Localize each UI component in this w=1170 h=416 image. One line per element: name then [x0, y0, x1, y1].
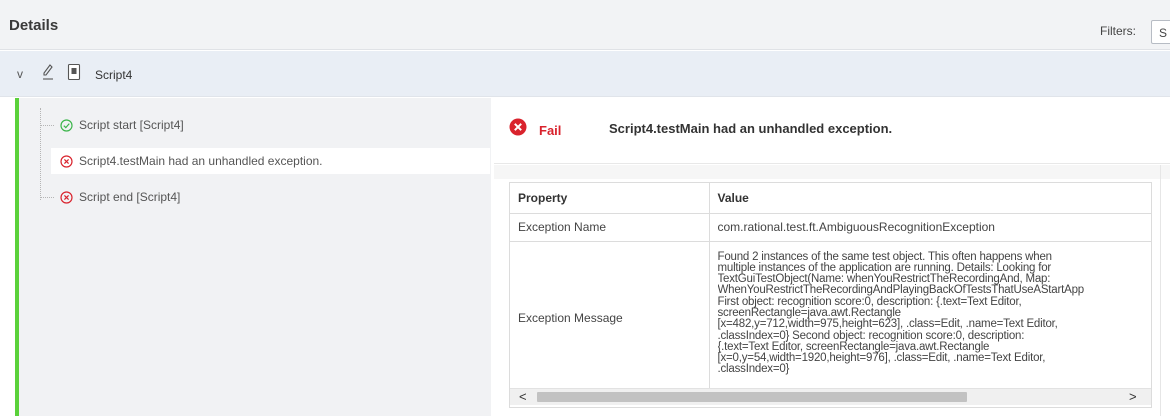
script-name: Script4: [95, 68, 133, 82]
exception-message-text: Found 2 instances of the same test objec…: [717, 250, 1085, 376]
table-row: Exception Name com.rational.test.ft.Ambi…: [510, 213, 1151, 242]
table-row: Exception Message Found 2 instances of t…: [510, 241, 1151, 395]
filters-label: Filters:: [1100, 24, 1136, 38]
tree-item-label: Script start [Script4]: [79, 118, 184, 132]
value-cell: com.rational.test.ft.AmbiguousRecognitio…: [709, 213, 1151, 242]
error-circle-icon: [60, 154, 73, 168]
filters-input[interactable]: S: [1151, 20, 1170, 44]
tree-item-exception[interactable]: Script4.testMain had an unhandled except…: [51, 148, 490, 174]
pass-status-bar: [15, 98, 19, 416]
error-circle-icon: [60, 190, 73, 204]
status-label: Fail: [539, 123, 562, 138]
tree-item-script-start[interactable]: Script start [Script4]: [60, 112, 490, 138]
tree-connector: [40, 197, 54, 198]
details-header: Details Filters: S: [0, 0, 1170, 50]
scroll-right-icon[interactable]: >: [1129, 389, 1137, 404]
property-cell: Exception Name: [510, 213, 710, 242]
column-header-value[interactable]: Value: [709, 183, 1151, 214]
horizontal-scrollbar[interactable]: < >: [510, 388, 1151, 405]
tree-item-script-end[interactable]: Script end [Script4]: [60, 184, 490, 210]
check-circle-icon: [60, 118, 73, 132]
properties-table: Property Value Exception Name com.ration…: [509, 182, 1152, 408]
event-tree-panel: [15, 98, 491, 416]
separator: [494, 165, 1170, 179]
value-cell: Found 2 instances of the same test objec…: [709, 241, 1151, 395]
property-cell: Exception Message: [510, 241, 710, 395]
scrollbar-thumb[interactable]: [537, 392, 967, 402]
tree-connector: [40, 125, 54, 126]
divider: [1160, 165, 1161, 416]
event-message: Script4.testMain had an unhandled except…: [609, 121, 893, 136]
scroll-left-icon[interactable]: <: [519, 389, 527, 404]
chevron-down-icon[interactable]: v: [17, 67, 23, 81]
tree-item-label: Script4.testMain had an unhandled except…: [79, 154, 323, 168]
pencil-icon[interactable]: [41, 63, 55, 81]
tree-item-label: Script end [Script4]: [79, 190, 181, 204]
script-file-icon: [67, 63, 81, 81]
fail-icon: [509, 118, 527, 136]
script-row[interactable]: v Script4: [0, 51, 1170, 97]
page-title: Details: [9, 17, 59, 34]
column-header-property[interactable]: Property: [510, 183, 710, 214]
tree-connector: [40, 108, 41, 200]
